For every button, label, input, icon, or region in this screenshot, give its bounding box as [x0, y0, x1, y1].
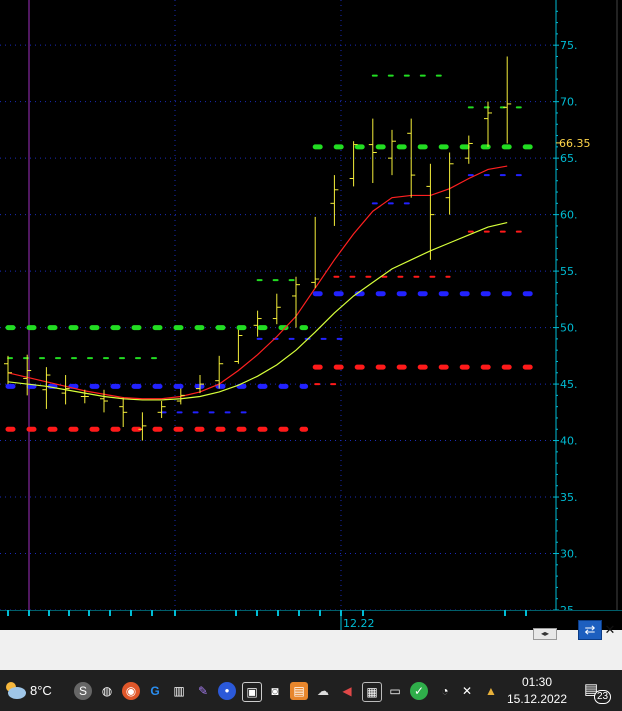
system-clock[interactable]: 01:30 15.12.2022	[498, 674, 576, 708]
y-tick-label-75: 75.	[560, 39, 578, 52]
orange-app-icon[interactable]: ▤	[290, 682, 308, 700]
notification-count: 23	[594, 690, 612, 704]
taskbar: 8°C S ◍ ◉ G ▥ ✎ ● ▣ ◙ ▤ ☁ ◀ ▦ ▭ ✓ ◔ ✕ ▲ …	[0, 670, 622, 711]
clock-date: 15.12.2022	[506, 692, 568, 706]
blue-app-icon[interactable]: ●	[218, 682, 236, 700]
shield-check-icon[interactable]: ✓	[410, 682, 428, 700]
time-axis-canvas: 12.22	[0, 609, 622, 630]
scroll-arrows-button[interactable]: ◂▸	[533, 628, 557, 640]
film-icon[interactable]: ▥	[170, 682, 188, 700]
grid-layer	[0, 0, 618, 610]
camera-window-icon[interactable]: ▣	[242, 682, 262, 702]
s-app-icon[interactable]: S	[74, 682, 92, 700]
y-tick-label-45: 45.	[560, 378, 578, 391]
feather-icon[interactable]: ✎	[194, 682, 212, 700]
dotted-levels-layer	[5, 74, 533, 432]
fire-browser-icon[interactable]: ◉	[122, 682, 140, 700]
notification-center-icon[interactable]: ▤ 23	[582, 680, 616, 704]
y-tick-label-55: 55.	[560, 265, 578, 278]
y-tick-label-40: 40.	[560, 435, 578, 448]
battery-icon[interactable]: ▭	[386, 682, 404, 700]
g-app-icon[interactable]: G	[146, 682, 164, 700]
weather-cloud-sun-icon[interactable]	[2, 678, 28, 702]
globe-icon[interactable]: ◍	[98, 682, 116, 700]
y-tick-label-30: 30.	[560, 548, 578, 561]
photo-camera-icon[interactable]: ◙	[266, 682, 284, 700]
y-tick-label-35: 35.	[560, 491, 578, 504]
calculator-icon[interactable]: ▦	[362, 682, 382, 702]
sync-icon[interactable]: ⇄	[578, 620, 602, 640]
wifi-icon[interactable]: ◔	[436, 682, 454, 700]
chart-footer-bar	[0, 630, 622, 670]
cloud-close-icon[interactable]: ☁	[314, 682, 332, 700]
last-value-label: 66.35	[559, 137, 591, 150]
time-axis: 12.22	[0, 609, 622, 630]
y-tick-label-50: 50.	[560, 322, 578, 335]
y-tick-label-70: 70.	[560, 96, 578, 109]
close-icon[interactable]: ✕	[603, 623, 617, 637]
fast-moving-average-line	[7, 165, 508, 400]
weather-temperature[interactable]: 8°C	[30, 683, 52, 698]
mute-icon[interactable]: ✕	[458, 682, 476, 700]
price-chart[interactable]: 75.70.65.60.55.50.45.40.35.30.2566.35	[0, 0, 622, 610]
y-tick-label-65: 65.	[560, 152, 578, 165]
x-axis-date-label: 12.22	[343, 617, 375, 630]
clock-time: 01:30	[521, 675, 553, 689]
moving-averages-layer	[7, 165, 508, 401]
chart-canvas: 75.70.65.60.55.50.45.40.35.30.2566.35	[0, 0, 618, 610]
y-tick-label-60: 60.	[560, 209, 578, 222]
speaker-icon[interactable]: ◀	[338, 682, 356, 700]
price-axis: 75.70.65.60.55.50.45.40.35.30.2566.35	[553, 0, 591, 610]
